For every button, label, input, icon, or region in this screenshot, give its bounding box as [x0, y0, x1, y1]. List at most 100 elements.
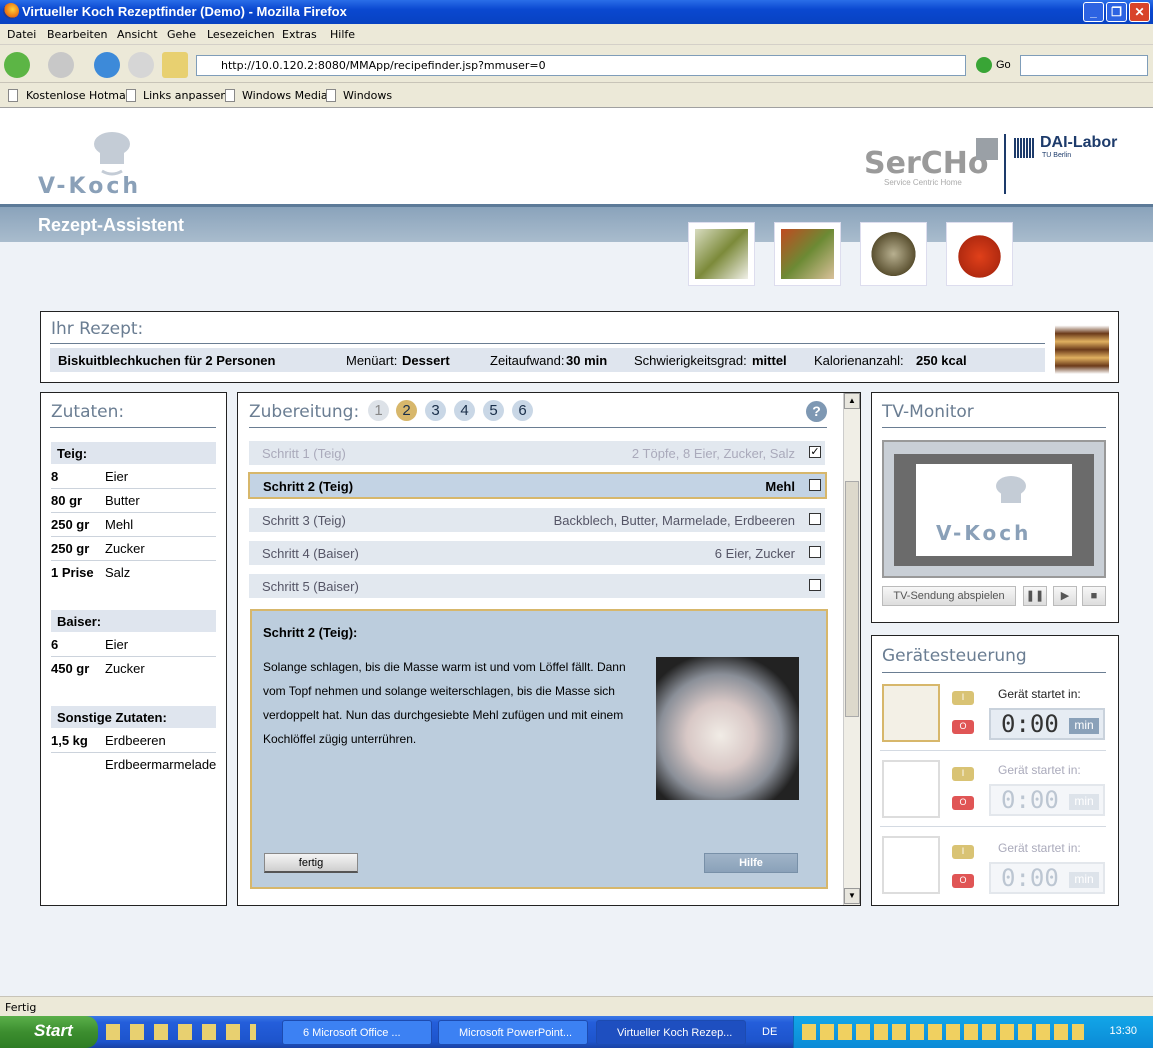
step-detail-title: Schritt 2 (Teig): [263, 625, 358, 640]
tray-icons[interactable] [802, 1024, 1084, 1040]
food-photo-1 [688, 222, 755, 286]
ingredient-name: Butter [105, 493, 140, 508]
help-icon[interactable]: ? [806, 401, 827, 422]
tv-screen: V-Koch [894, 454, 1094, 566]
forward-arrow-icon[interactable] [48, 52, 74, 78]
power-on-button[interactable]: I [952, 691, 974, 705]
power-on-button[interactable]: I [952, 845, 974, 859]
step-number-3[interactable]: 3 [425, 400, 446, 421]
menu-lesezeichen[interactable]: Lesezeichen [207, 28, 275, 41]
menuart-value: Dessert [402, 353, 450, 368]
ingredient-row: 1,5 kg Erdbeeren [51, 729, 216, 753]
schwierig-value: mittel [752, 353, 787, 368]
close-button[interactable]: ✕ [1129, 2, 1150, 22]
bookmark-windows-media[interactable]: Windows Media [242, 89, 328, 102]
zubereitung-panel: Zubereitung: 1 2 3 4 5 6 ? Schritt 1 (Te… [237, 392, 861, 906]
site-header: V-Koch SerCHo Service Centric Home DAI-L… [0, 108, 1153, 204]
menu-gehe[interactable]: Gehe [167, 28, 196, 41]
ingredient-row: 6 Eier [51, 633, 216, 657]
menu-hilfe[interactable]: Hilfe [330, 28, 355, 41]
pause-icon[interactable]: ❚❚ [1023, 586, 1047, 606]
hilfe-button[interactable]: Hilfe [704, 853, 798, 873]
step-number-4[interactable]: 4 [454, 400, 475, 421]
menu-extras[interactable]: Extras [282, 28, 317, 41]
chef-hat-icon [94, 132, 130, 176]
play-icon[interactable]: ▶ [1053, 586, 1077, 606]
step-checkbox[interactable] [809, 579, 821, 591]
vkoch-logo: V-Koch [38, 126, 158, 199]
power-off-button[interactable]: O [952, 874, 974, 888]
ingredient-name: Erdbeermarmelade [105, 757, 217, 772]
step-checkbox[interactable]: ✓ [809, 446, 821, 458]
chef-hat-icon [996, 476, 1026, 503]
fertig-button[interactable]: fertig [264, 853, 358, 873]
menu-bearbeiten[interactable]: Bearbeiten [47, 28, 107, 41]
kalorien-label: Kalorienanzahl: [814, 353, 904, 368]
url-input[interactable]: http://10.0.120.2:8080/MMApp/recipefinde… [196, 55, 966, 76]
timer-unit: min [1069, 872, 1099, 888]
bookmark-windows[interactable]: Windows [343, 89, 392, 102]
bookmark-page-icon [126, 89, 136, 102]
scroll-up-icon[interactable]: ▲ [844, 393, 860, 409]
quick-launch-icons[interactable] [106, 1024, 256, 1040]
ingredient-name: Salz [105, 565, 131, 580]
start-label: Start [34, 1021, 73, 1040]
stop-icon[interactable]: ■ [1082, 586, 1106, 606]
device-start-label: Gerät startet in: [998, 687, 1081, 701]
step-number-2[interactable]: 2 [396, 400, 417, 421]
step-checkbox[interactable] [809, 513, 821, 525]
menu-datei[interactable]: Datei [7, 28, 36, 41]
search-input[interactable] [1020, 55, 1148, 76]
menu-ansicht[interactable]: Ansicht [117, 28, 158, 41]
tv-picture: V-Koch [916, 464, 1072, 556]
go-icon[interactable] [976, 57, 992, 73]
step-number-1[interactable]: 1 [368, 400, 389, 421]
scroll-down-icon[interactable]: ▼ [844, 888, 860, 904]
zutaten-group-sonstige: Sonstige Zutaten: [51, 706, 216, 728]
reload-icon[interactable] [94, 52, 120, 78]
navigation-toolbar: http://10.0.120.2:8080/MMApp/recipefinde… [0, 45, 1153, 83]
clock: 13:30 [1109, 1025, 1137, 1037]
bookmark-links[interactable]: Links anpassen [143, 89, 227, 102]
tv-play-show-button[interactable]: TV-Sendung abspielen [882, 586, 1016, 606]
maximize-button[interactable]: ❐ [1106, 2, 1127, 22]
blender-icon[interactable] [882, 836, 940, 894]
oven-icon[interactable] [882, 760, 940, 818]
steps-scrollbar[interactable]: ▲ ▼ [843, 393, 860, 905]
step-number-5[interactable]: 5 [483, 400, 504, 421]
step-row-4[interactable]: Schritt 4 (Baiser) 6 Eier, Zucker [249, 541, 825, 565]
step-detail-panel: Schritt 2 (Teig): Solange schlagen, bis … [250, 609, 828, 889]
tv-monitor-title: TV-Monitor [882, 402, 974, 422]
back-arrow-icon[interactable] [4, 52, 30, 78]
divider [1004, 134, 1006, 194]
recipe-name: Biskuitblechkuchen für 2 Personen [58, 353, 276, 368]
power-off-button[interactable]: O [952, 720, 974, 734]
step-row-3[interactable]: Schritt 3 (Teig) Backblech, Butter, Marm… [249, 508, 825, 532]
step-row-2[interactable]: Schritt 2 (Teig) Mehl [248, 472, 827, 499]
mixer-icon[interactable] [882, 684, 940, 742]
scroll-thumb[interactable] [845, 481, 859, 717]
step-checkbox[interactable] [809, 546, 821, 558]
language-indicator[interactable]: DE [762, 1026, 777, 1038]
task-office[interactable]: 6 Microsoft Office ... [282, 1020, 432, 1045]
food-photo-2 [774, 222, 841, 286]
start-button[interactable]: Start [0, 1016, 98, 1048]
window-title-bar[interactable]: Virtueller Koch Rezeptfinder (Demo) - Mo… [0, 0, 1153, 24]
sercho-subtitle: Service Centric Home [884, 178, 962, 187]
go-button[interactable]: Go [996, 59, 1011, 71]
device-timer: 0:00 min [989, 862, 1105, 894]
power-off-button[interactable]: O [952, 796, 974, 810]
step-checkbox[interactable] [809, 479, 821, 491]
task-firefox[interactable]: Virtueller Koch Rezep... [596, 1020, 746, 1045]
step-number-6[interactable]: 6 [512, 400, 533, 421]
task-powerpoint[interactable]: Microsoft PowerPoint... [438, 1020, 588, 1045]
step-row-5[interactable]: Schritt 5 (Baiser) [249, 574, 825, 598]
stop-icon[interactable] [128, 52, 154, 78]
timer-value: 0:00 [1001, 786, 1059, 814]
home-icon[interactable] [162, 52, 188, 78]
bookmark-hotmail[interactable]: Kostenlose Hotmail [26, 89, 132, 102]
minimize-button[interactable]: _ [1083, 2, 1104, 22]
power-on-button[interactable]: I [952, 767, 974, 781]
zeit-label: Zeitaufwand: [490, 353, 565, 368]
step-row-1[interactable]: Schritt 1 (Teig) 2 Töpfe, 8 Eier, Zucker… [249, 441, 825, 465]
